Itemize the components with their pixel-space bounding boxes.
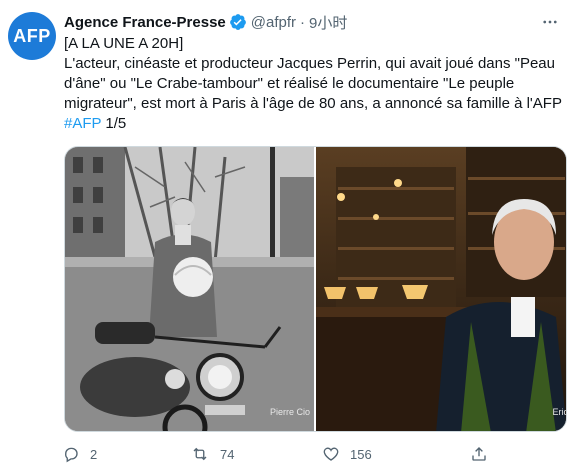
share-button[interactable]: [470, 445, 488, 463]
retweet-button[interactable]: 74: [190, 445, 234, 463]
avatar-logo-text: AFP: [13, 25, 51, 46]
retweet-icon: [193, 447, 207, 461]
share-icon: [472, 447, 486, 461]
tweet[interactable]: AFP Agence France-Presse @afpfr · 9小时 [A…: [0, 0, 576, 473]
photo-portrait-image: [316, 147, 566, 431]
avatar[interactable]: AFP: [8, 12, 56, 60]
tweet-text: [A LA UNE A 20H] L'acteur, cinéaste et p…: [64, 34, 564, 134]
author-handle[interactable]: @afpfr: [251, 14, 296, 31]
reply-button[interactable]: 2: [62, 445, 97, 463]
verified-badge-icon: [229, 13, 247, 31]
retweet-count: 74: [220, 446, 235, 462]
photo-credit-left: Pierre Cio: [269, 407, 310, 417]
tweet-footer: #AFP 1/5: [64, 114, 564, 134]
tweet-body: L'acteur, cinéaste et producteur Jacques…: [64, 55, 562, 112]
media-grid: Pierre Cio Eri: [64, 146, 567, 432]
photo-credit-right: Eric: [552, 407, 567, 417]
more-options-icon[interactable]: [538, 12, 562, 32]
author-name[interactable]: Agence France-Presse: [64, 14, 226, 31]
like-count: 156: [350, 446, 372, 462]
header-separator: ·: [300, 13, 305, 31]
tweet-header: Agence France-Presse @afpfr · 9小时: [64, 12, 347, 32]
tweet-actions: 2 74 156: [58, 440, 558, 468]
tweet-headline: [A LA UNE A 20H]: [64, 35, 184, 52]
heart-icon: [323, 447, 339, 461]
reply-icon: [65, 447, 78, 463]
photo-portrait[interactable]: Eric: [316, 147, 566, 431]
like-button[interactable]: 156: [322, 445, 372, 463]
tweet-timestamp[interactable]: 9小时: [309, 12, 347, 33]
thread-counter: 1/5: [101, 115, 127, 132]
photo-motorcycle[interactable]: Pierre Cio: [65, 147, 314, 431]
hashtag-link[interactable]: #AFP: [64, 115, 101, 132]
photo-motorcycle-image: [65, 147, 314, 431]
reply-count: 2: [90, 446, 98, 462]
